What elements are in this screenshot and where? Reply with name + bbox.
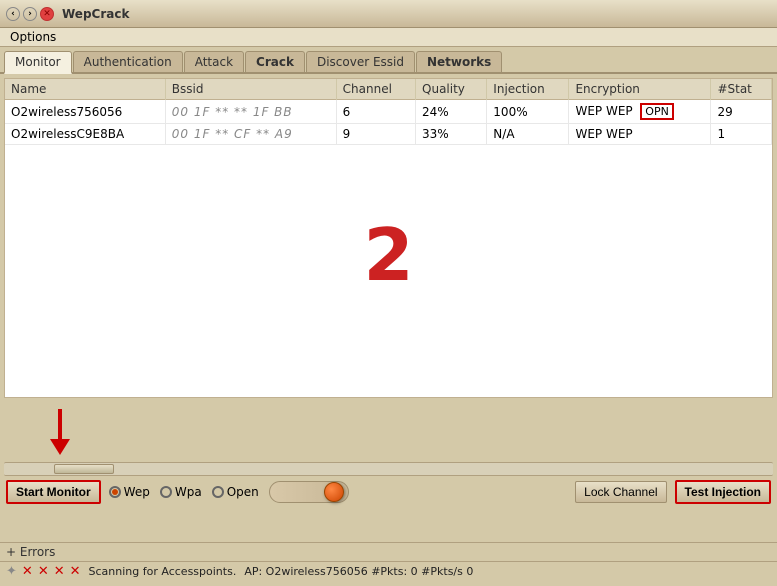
tab-monitor[interactable]: Monitor xyxy=(4,51,72,74)
cell-stat: 29 xyxy=(711,100,772,124)
prev-button[interactable]: ‹ xyxy=(6,7,20,21)
arrow-area xyxy=(0,402,777,462)
radio-open-label: Open xyxy=(227,485,259,499)
errors-bar[interactable]: + Errors xyxy=(0,542,777,561)
col-stat: #Stat xyxy=(711,79,772,100)
cell-channel: 6 xyxy=(336,100,415,124)
radio-wpa-label: Wpa xyxy=(175,485,202,499)
tab-discover-essid[interactable]: Discover Essid xyxy=(306,51,415,72)
window-title: WepCrack xyxy=(62,7,129,21)
cell-stat: 1 xyxy=(711,124,772,145)
cell-injection: 100% xyxy=(487,100,569,124)
tab-content: Name Bssid Channel Quality Injection Enc… xyxy=(0,74,777,542)
sun-icon: ✦ xyxy=(6,564,17,579)
signal-slider[interactable] xyxy=(269,481,349,503)
tab-attack[interactable]: Attack xyxy=(184,51,244,72)
status-bar: ✦ ✕ ✕ ✕ ✕ Scanning for Accesspoints. AP:… xyxy=(0,561,777,581)
cell-bssid: 00 1F ** CF ** A9 xyxy=(165,124,336,145)
radio-group: Wep Wpa Open xyxy=(109,481,567,503)
menu-bar: Options xyxy=(0,28,777,47)
table-row[interactable]: O2wireless756056 00 1F ** ** 1F BB 6 24%… xyxy=(5,100,772,124)
col-name: Name xyxy=(5,79,165,100)
lock-channel-button[interactable]: Lock Channel xyxy=(575,481,666,503)
cell-quality: 33% xyxy=(416,124,487,145)
radio-wep-label: Wep xyxy=(124,485,150,499)
cell-injection: N/A xyxy=(487,124,569,145)
x-icon-4: ✕ xyxy=(70,564,81,579)
ap-text: AP: O2wireless756056 #Pkts: 0 #Pkts/s 0 xyxy=(244,565,473,578)
next-button[interactable]: › xyxy=(23,7,37,21)
radio-wpa-circle[interactable] xyxy=(160,486,172,498)
cell-encryption: WEP WEP OPN xyxy=(569,100,711,124)
cell-encryption: WEP WEP xyxy=(569,124,711,145)
down-arrow-icon xyxy=(50,409,70,455)
test-injection-button[interactable]: Test Injection xyxy=(675,480,771,504)
tabs-bar: Monitor Authentication Attack Crack Disc… xyxy=(0,47,777,74)
scanning-text: Scanning for Accesspoints. xyxy=(89,565,237,578)
network-table-area: Name Bssid Channel Quality Injection Enc… xyxy=(4,78,773,398)
tab-authentication[interactable]: Authentication xyxy=(73,51,183,72)
cell-name: O2wirelessC9E8BA xyxy=(5,124,165,145)
radio-open[interactable]: Open xyxy=(212,485,259,499)
tab-crack[interactable]: Crack xyxy=(245,51,305,72)
col-bssid: Bssid xyxy=(165,79,336,100)
cell-quality: 24% xyxy=(416,100,487,124)
col-injection: Injection xyxy=(487,79,569,100)
network-table: Name Bssid Channel Quality Injection Enc… xyxy=(5,79,772,145)
tab-networks[interactable]: Networks xyxy=(416,51,502,72)
col-quality: Quality xyxy=(416,79,487,100)
horizontal-scrollbar[interactable] xyxy=(4,462,773,476)
cell-name: O2wireless756056 xyxy=(5,100,165,124)
status-icons: ✦ ✕ ✕ ✕ ✕ xyxy=(6,564,81,579)
slider-knob[interactable] xyxy=(324,482,344,502)
window-controls[interactable]: ‹ › ✕ xyxy=(6,7,54,21)
menu-options[interactable]: Options xyxy=(4,28,62,46)
start-monitor-button[interactable]: Start Monitor xyxy=(6,480,101,504)
table-row[interactable]: O2wirelessC9E8BA 00 1F ** CF ** A9 9 33%… xyxy=(5,124,772,145)
errors-label: + Errors xyxy=(6,545,55,559)
radio-wep[interactable]: Wep xyxy=(109,485,150,499)
title-bar: ‹ › ✕ WepCrack xyxy=(0,0,777,28)
x-icon-3: ✕ xyxy=(54,564,65,579)
col-channel: Channel xyxy=(336,79,415,100)
x-icon-1: ✕ xyxy=(22,564,33,579)
scrollbar-thumb[interactable] xyxy=(54,464,114,474)
col-encryption: Encryption xyxy=(569,79,711,100)
opn-badge: OPN xyxy=(640,103,674,120)
cell-channel: 9 xyxy=(336,124,415,145)
close-button[interactable]: ✕ xyxy=(40,7,54,21)
network-count: 2 xyxy=(363,213,413,297)
bottom-bar: Start Monitor Wep Wpa Open Lock xyxy=(0,476,777,508)
cell-bssid: 00 1F ** ** 1F BB xyxy=(165,100,336,124)
x-icon-2: ✕ xyxy=(38,564,49,579)
radio-wpa[interactable]: Wpa xyxy=(160,485,202,499)
radio-wep-circle[interactable] xyxy=(109,486,121,498)
radio-open-circle[interactable] xyxy=(212,486,224,498)
